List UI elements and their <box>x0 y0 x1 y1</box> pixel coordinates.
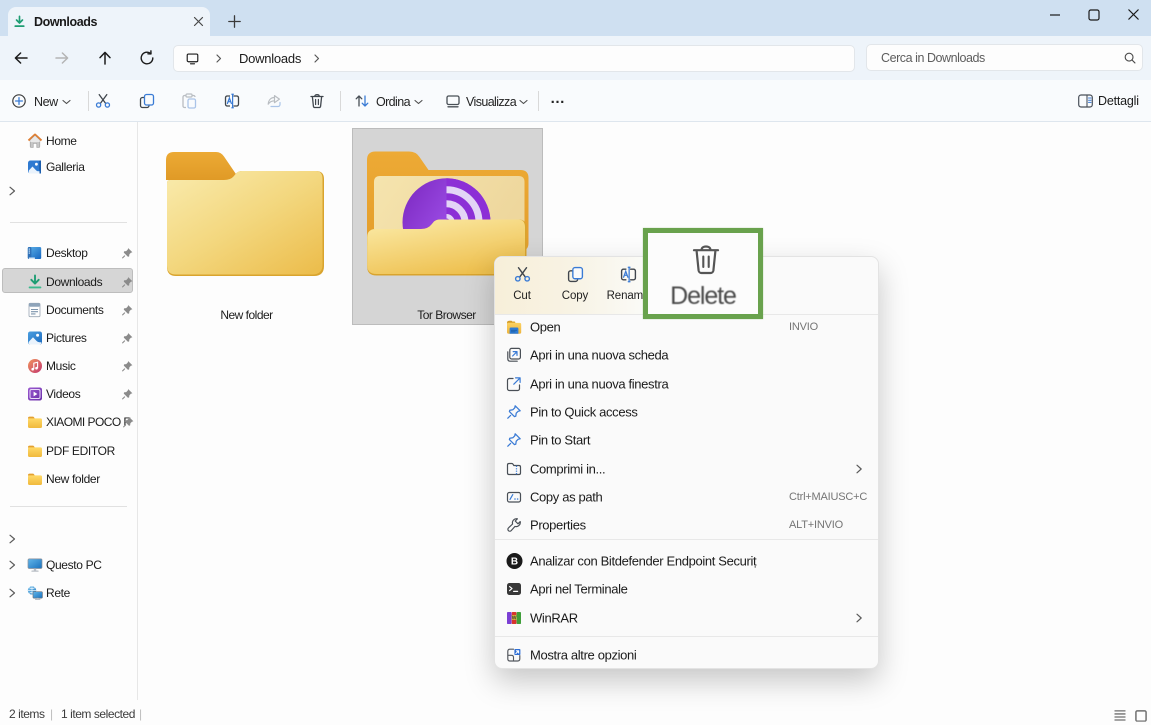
svg-text:W: W <box>512 615 517 621</box>
svg-text:B: B <box>511 557 518 568</box>
